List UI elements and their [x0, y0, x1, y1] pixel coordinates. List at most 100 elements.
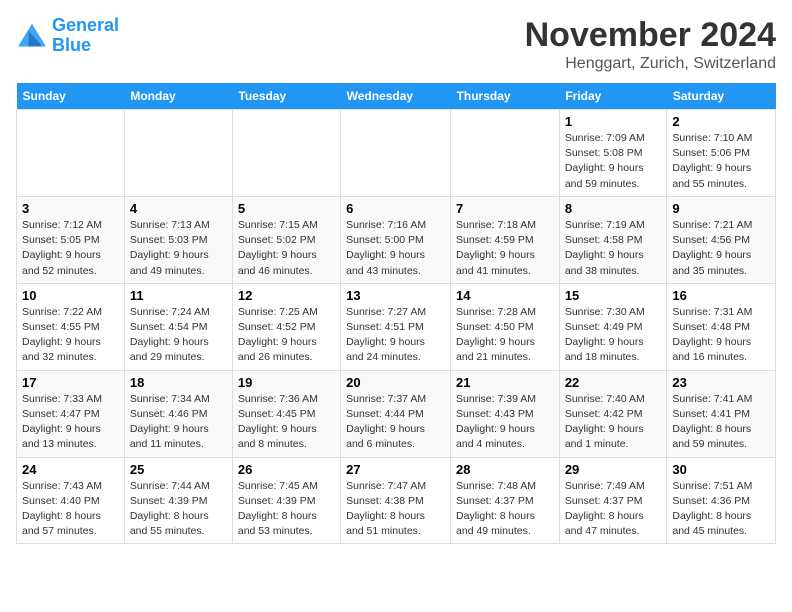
day-cell: 24 Sunrise: 7:43 AM Sunset: 4:40 PM Dayli… [17, 457, 125, 544]
day-cell: 8 Sunrise: 7:19 AM Sunset: 4:58 PM Daylig… [559, 196, 667, 283]
day-number: 2 [672, 114, 770, 129]
day-info: Sunrise: 7:36 AM Sunset: 4:45 PM Dayligh… [238, 392, 335, 453]
col-header-thursday: Thursday [451, 83, 560, 110]
day-cell: 7 Sunrise: 7:18 AM Sunset: 4:59 PM Daylig… [451, 196, 560, 283]
day-cell: 29Sunrise: 7:49 AM Sunset: 4:37 PM Dayli… [559, 457, 667, 544]
day-info: Sunrise: 7:25 AM Sunset: 4:52 PM Dayligh… [238, 305, 335, 366]
col-header-wednesday: Wednesday [341, 83, 451, 110]
day-number: 9 [672, 201, 770, 216]
week-row-2: 3 Sunrise: 7:12 AM Sunset: 5:05 PM Daylig… [17, 196, 776, 283]
day-number: 8 [565, 201, 662, 216]
day-number: 17 [22, 375, 119, 390]
day-number: 28 [456, 462, 554, 477]
day-number: 19 [238, 375, 335, 390]
day-cell: 18Sunrise: 7:34 AM Sunset: 4:46 PM Dayli… [124, 370, 232, 457]
day-cell: 15 Sunrise: 7:30 AM Sunset: 4:49 PM Dayli… [559, 283, 667, 370]
week-row-5: 24 Sunrise: 7:43 AM Sunset: 4:40 PM Dayli… [17, 457, 776, 544]
week-row-3: 10Sunrise: 7:22 AM Sunset: 4:55 PM Dayli… [17, 283, 776, 370]
day-cell: 13Sunrise: 7:27 AM Sunset: 4:51 PM Dayli… [341, 283, 451, 370]
day-cell: 30 Sunrise: 7:51 AM Sunset: 4:36 PM Dayli… [667, 457, 776, 544]
day-info: Sunrise: 7:47 AM Sunset: 4:38 PM Dayligh… [346, 479, 445, 540]
day-cell: 21Sunrise: 7:39 AM Sunset: 4:43 PM Dayli… [451, 370, 560, 457]
day-info: Sunrise: 7:49 AM Sunset: 4:37 PM Dayligh… [565, 479, 662, 540]
day-info: Sunrise: 7:33 AM Sunset: 4:47 PM Dayligh… [22, 392, 119, 453]
day-number: 7 [456, 201, 554, 216]
day-cell: 3 Sunrise: 7:12 AM Sunset: 5:05 PM Daylig… [17, 196, 125, 283]
day-cell: 1 Sunrise: 7:09 AM Sunset: 5:08 PM Daylig… [559, 110, 667, 197]
day-info: Sunrise: 7:18 AM Sunset: 4:59 PM Dayligh… [456, 218, 554, 279]
day-info: Sunrise: 7:31 AM Sunset: 4:48 PM Dayligh… [672, 305, 770, 366]
col-header-saturday: Saturday [667, 83, 776, 110]
day-cell: 19 Sunrise: 7:36 AM Sunset: 4:45 PM Dayli… [232, 370, 340, 457]
day-number: 6 [346, 201, 445, 216]
col-header-monday: Monday [124, 83, 232, 110]
day-cell: 5 Sunrise: 7:15 AM Sunset: 5:02 PM Daylig… [232, 196, 340, 283]
day-cell: 9 Sunrise: 7:21 AM Sunset: 4:56 PM Daylig… [667, 196, 776, 283]
day-info: Sunrise: 7:48 AM Sunset: 4:37 PM Dayligh… [456, 479, 554, 540]
day-info: Sunrise: 7:28 AM Sunset: 4:50 PM Dayligh… [456, 305, 554, 366]
logo-text: General Blue [52, 16, 119, 56]
day-info: Sunrise: 7:21 AM Sunset: 4:56 PM Dayligh… [672, 218, 770, 279]
day-cell: 27 Sunrise: 7:47 AM Sunset: 4:38 PM Dayli… [341, 457, 451, 544]
day-info: Sunrise: 7:39 AM Sunset: 4:43 PM Dayligh… [456, 392, 554, 453]
day-cell: 12 Sunrise: 7:25 AM Sunset: 4:52 PM Dayli… [232, 283, 340, 370]
day-number: 3 [22, 201, 119, 216]
col-header-sunday: Sunday [17, 83, 125, 110]
week-row-4: 17 Sunrise: 7:33 AM Sunset: 4:47 PM Dayli… [17, 370, 776, 457]
day-info: Sunrise: 7:12 AM Sunset: 5:05 PM Dayligh… [22, 218, 119, 279]
day-cell: 11 Sunrise: 7:24 AM Sunset: 4:54 PM Dayli… [124, 283, 232, 370]
day-cell: 14 Sunrise: 7:28 AM Sunset: 4:50 PM Dayli… [451, 283, 560, 370]
day-number: 30 [672, 462, 770, 477]
day-number: 23 [672, 375, 770, 390]
day-cell [451, 110, 560, 197]
day-cell [124, 110, 232, 197]
day-info: Sunrise: 7:37 AM Sunset: 4:44 PM Dayligh… [346, 392, 445, 453]
day-number: 12 [238, 288, 335, 303]
day-cell [232, 110, 340, 197]
day-info: Sunrise: 7:43 AM Sunset: 4:40 PM Dayligh… [22, 479, 119, 540]
day-cell: 20Sunrise: 7:37 AM Sunset: 4:44 PM Dayli… [341, 370, 451, 457]
day-cell: 4Sunrise: 7:13 AM Sunset: 5:03 PM Daylig… [124, 196, 232, 283]
day-info: Sunrise: 7:24 AM Sunset: 4:54 PM Dayligh… [130, 305, 227, 366]
day-number: 22 [565, 375, 662, 390]
title-area: November 2024 Henggart, Zurich, Switzerl… [525, 16, 776, 73]
day-cell: 25 Sunrise: 7:44 AM Sunset: 4:39 PM Dayli… [124, 457, 232, 544]
day-cell: 28 Sunrise: 7:48 AM Sunset: 4:37 PM Dayli… [451, 457, 560, 544]
day-cell: 26Sunrise: 7:45 AM Sunset: 4:39 PM Dayli… [232, 457, 340, 544]
day-number: 16 [672, 288, 770, 303]
day-info: Sunrise: 7:41 AM Sunset: 4:41 PM Dayligh… [672, 392, 770, 453]
day-number: 1 [565, 114, 662, 129]
day-cell: 10Sunrise: 7:22 AM Sunset: 4:55 PM Dayli… [17, 283, 125, 370]
day-info: Sunrise: 7:44 AM Sunset: 4:39 PM Dayligh… [130, 479, 227, 540]
day-number: 13 [346, 288, 445, 303]
day-number: 14 [456, 288, 554, 303]
day-info: Sunrise: 7:15 AM Sunset: 5:02 PM Dayligh… [238, 218, 335, 279]
day-cell: 17 Sunrise: 7:33 AM Sunset: 4:47 PM Dayli… [17, 370, 125, 457]
day-number: 25 [130, 462, 227, 477]
day-info: Sunrise: 7:19 AM Sunset: 4:58 PM Dayligh… [565, 218, 662, 279]
day-number: 27 [346, 462, 445, 477]
col-header-tuesday: Tuesday [232, 83, 340, 110]
month-title: November 2024 [525, 16, 776, 55]
day-info: Sunrise: 7:51 AM Sunset: 4:36 PM Dayligh… [672, 479, 770, 540]
day-info: Sunrise: 7:40 AM Sunset: 4:42 PM Dayligh… [565, 392, 662, 453]
location: Henggart, Zurich, Switzerland [525, 55, 776, 73]
day-cell: 6 Sunrise: 7:16 AM Sunset: 5:00 PM Daylig… [341, 196, 451, 283]
day-cell: 2Sunrise: 7:10 AM Sunset: 5:06 PM Daylig… [667, 110, 776, 197]
page-header: General Blue November 2024 Henggart, Zur… [16, 16, 776, 73]
day-number: 11 [130, 288, 227, 303]
day-cell: 22 Sunrise: 7:40 AM Sunset: 4:42 PM Dayli… [559, 370, 667, 457]
day-cell [341, 110, 451, 197]
day-info: Sunrise: 7:34 AM Sunset: 4:46 PM Dayligh… [130, 392, 227, 453]
day-cell: 16 Sunrise: 7:31 AM Sunset: 4:48 PM Dayli… [667, 283, 776, 370]
day-number: 15 [565, 288, 662, 303]
header-row: SundayMondayTuesdayWednesdayThursdayFrid… [17, 83, 776, 110]
day-cell: 23 Sunrise: 7:41 AM Sunset: 4:41 PM Dayli… [667, 370, 776, 457]
day-info: Sunrise: 7:09 AM Sunset: 5:08 PM Dayligh… [565, 131, 662, 192]
day-info: Sunrise: 7:16 AM Sunset: 5:00 PM Dayligh… [346, 218, 445, 279]
logo-icon [16, 22, 48, 50]
week-row-1: 1 Sunrise: 7:09 AM Sunset: 5:08 PM Daylig… [17, 110, 776, 197]
day-number: 5 [238, 201, 335, 216]
day-info: Sunrise: 7:30 AM Sunset: 4:49 PM Dayligh… [565, 305, 662, 366]
day-number: 24 [22, 462, 119, 477]
